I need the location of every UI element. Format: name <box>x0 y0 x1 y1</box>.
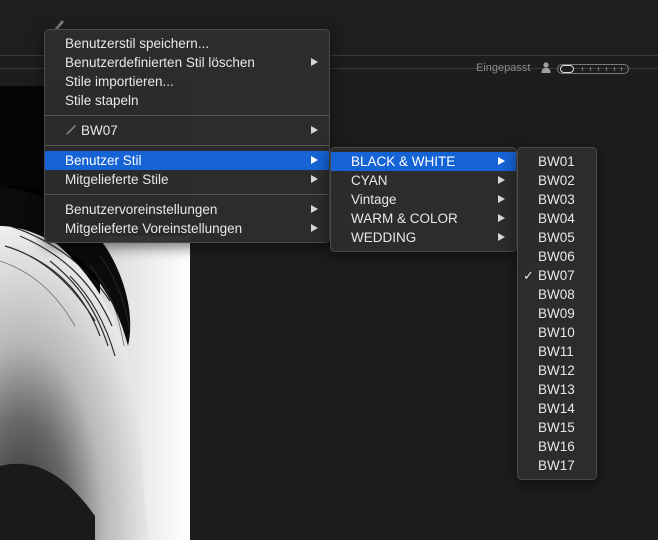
chevron-right-icon <box>311 224 318 232</box>
chevron-right-icon <box>498 214 505 222</box>
menu-item-bundled-styles[interactable]: Mitgelieferte Stile <box>45 170 329 189</box>
menu-item-label: BW09 <box>538 306 575 321</box>
menu-item-user-style[interactable]: Benutzer Stil <box>45 151 329 170</box>
bw-style-submenu: BW01 BW02 BW03 BW04 BW05 BW06 ✓ BW07 BW0… <box>517 147 597 480</box>
chevron-right-icon <box>498 176 505 184</box>
menu-item-label: BW03 <box>538 192 575 207</box>
menu-item-bw07[interactable]: ✓ BW07 <box>518 266 596 285</box>
menu-item-label: BW05 <box>538 230 575 245</box>
chevron-right-icon <box>498 195 505 203</box>
chevron-right-icon <box>498 157 505 165</box>
menu-item-black-white[interactable]: BLACK & WHITE <box>331 152 516 171</box>
menu-item-bw01[interactable]: BW01 <box>518 152 596 171</box>
zoom-slider-tick <box>606 67 607 71</box>
menu-item-stack-styles[interactable]: Stile stapeln <box>45 91 329 110</box>
menu-item-warm-color[interactable]: WARM & COLOR <box>331 209 516 228</box>
zoom-slider[interactable] <box>557 64 629 74</box>
menu-item-bw03[interactable]: BW03 <box>518 190 596 209</box>
menu-item-vintage[interactable]: Vintage <box>331 190 516 209</box>
pen-icon <box>66 125 76 135</box>
menu-item-label: Benutzervoreinstellungen <box>65 202 218 217</box>
menu-item-bw04[interactable]: BW04 <box>518 209 596 228</box>
menu-item-label: CYAN <box>351 173 388 188</box>
menu-item-label: BW04 <box>538 211 575 226</box>
menu-item-bw05[interactable]: BW05 <box>518 228 596 247</box>
menu-item-label: WEDDING <box>351 230 417 245</box>
menu-separator <box>45 194 329 195</box>
menu-item-label: Vintage <box>351 192 397 207</box>
menu-item-bw11[interactable]: BW11 <box>518 342 596 361</box>
menu-item-bw13[interactable]: BW13 <box>518 380 596 399</box>
zoom-slider-tick <box>582 67 583 71</box>
menu-item-bw12[interactable]: BW12 <box>518 361 596 380</box>
chevron-right-icon <box>311 126 318 134</box>
menu-item-label: Mitgelieferte Stile <box>65 172 169 187</box>
menu-item-cyan[interactable]: CYAN <box>331 171 516 190</box>
menu-item-bw06[interactable]: BW06 <box>518 247 596 266</box>
menu-item-bw17[interactable]: BW17 <box>518 456 596 475</box>
chevron-right-icon <box>311 58 318 66</box>
menu-item-bw08[interactable]: BW08 <box>518 285 596 304</box>
chevron-right-icon <box>311 156 318 164</box>
styles-menu: Benutzerstil speichern... Benutzerdefini… <box>44 29 330 243</box>
menu-item-label: BW14 <box>538 401 575 416</box>
menu-item-bw10[interactable]: BW10 <box>518 323 596 342</box>
menu-item-label: BW16 <box>538 439 575 454</box>
chevron-right-icon <box>498 233 505 241</box>
menu-item-bw14[interactable]: BW14 <box>518 399 596 418</box>
menu-item-current-style[interactable]: BW07 <box>45 121 329 140</box>
menu-item-bundled-presets[interactable]: Mitgelieferte Voreinstellungen <box>45 219 329 238</box>
menu-item-label: BW08 <box>538 287 575 302</box>
menu-item-import-styles[interactable]: Stile importieren... <box>45 72 329 91</box>
zoom-slider-tick <box>598 67 599 71</box>
zoom-slider-tick <box>621 67 622 71</box>
menu-item-label: Mitgelieferte Voreinstellungen <box>65 221 243 236</box>
app-window: Eingepasst Benutzerstil speichern... Ben… <box>0 0 658 540</box>
checkmark-icon: ✓ <box>523 268 534 283</box>
menu-item-label: Stile importieren... <box>65 74 174 89</box>
menu-item-label: Benutzer Stil <box>65 153 142 168</box>
menu-item-label: BW11 <box>538 344 574 359</box>
menu-item-label: BW12 <box>538 363 575 378</box>
menu-separator <box>45 115 329 116</box>
menu-item-label: BW06 <box>538 249 575 264</box>
menu-item-bw09[interactable]: BW09 <box>518 304 596 323</box>
zoom-slider-knob[interactable] <box>560 65 574 73</box>
chevron-right-icon <box>311 175 318 183</box>
chevron-right-icon <box>311 205 318 213</box>
menu-item-bw02[interactable]: BW02 <box>518 171 596 190</box>
menu-item-bw15[interactable]: BW15 <box>518 418 596 437</box>
menu-item-delete-custom-style[interactable]: Benutzerdefinierten Stil löschen <box>45 53 329 72</box>
menu-item-bw16[interactable]: BW16 <box>518 437 596 456</box>
menu-separator <box>45 145 329 146</box>
zoom-fit-label[interactable]: Eingepasst <box>476 62 530 74</box>
menu-item-label: BW07 <box>538 268 575 283</box>
menu-item-label: Benutzerdefinierten Stil löschen <box>65 55 255 70</box>
menu-item-label: BLACK & WHITE <box>351 154 456 169</box>
menu-item-label: BW07 <box>81 123 118 138</box>
zoom-slider-tick <box>614 67 615 71</box>
menu-item-user-presets[interactable]: Benutzervoreinstellungen <box>45 200 329 219</box>
menu-item-label: Stile stapeln <box>65 93 139 108</box>
person-icon <box>541 62 551 73</box>
menu-item-save-user-style[interactable]: Benutzerstil speichern... <box>45 34 329 53</box>
menu-item-label: BW13 <box>538 382 575 397</box>
menu-item-label: BW15 <box>538 420 575 435</box>
user-style-submenu: BLACK & WHITE CYAN Vintage WARM & COLOR … <box>330 147 517 252</box>
menu-item-label: BW17 <box>538 458 575 473</box>
menu-item-label: WARM & COLOR <box>351 211 458 226</box>
zoom-slider-tick <box>590 67 591 71</box>
menu-item-label: BW01 <box>538 154 575 169</box>
menu-item-label: BW02 <box>538 173 575 188</box>
menu-item-label: Benutzerstil speichern... <box>65 36 210 51</box>
menu-item-label: BW10 <box>538 325 575 340</box>
menu-item-wedding[interactable]: WEDDING <box>331 228 516 247</box>
